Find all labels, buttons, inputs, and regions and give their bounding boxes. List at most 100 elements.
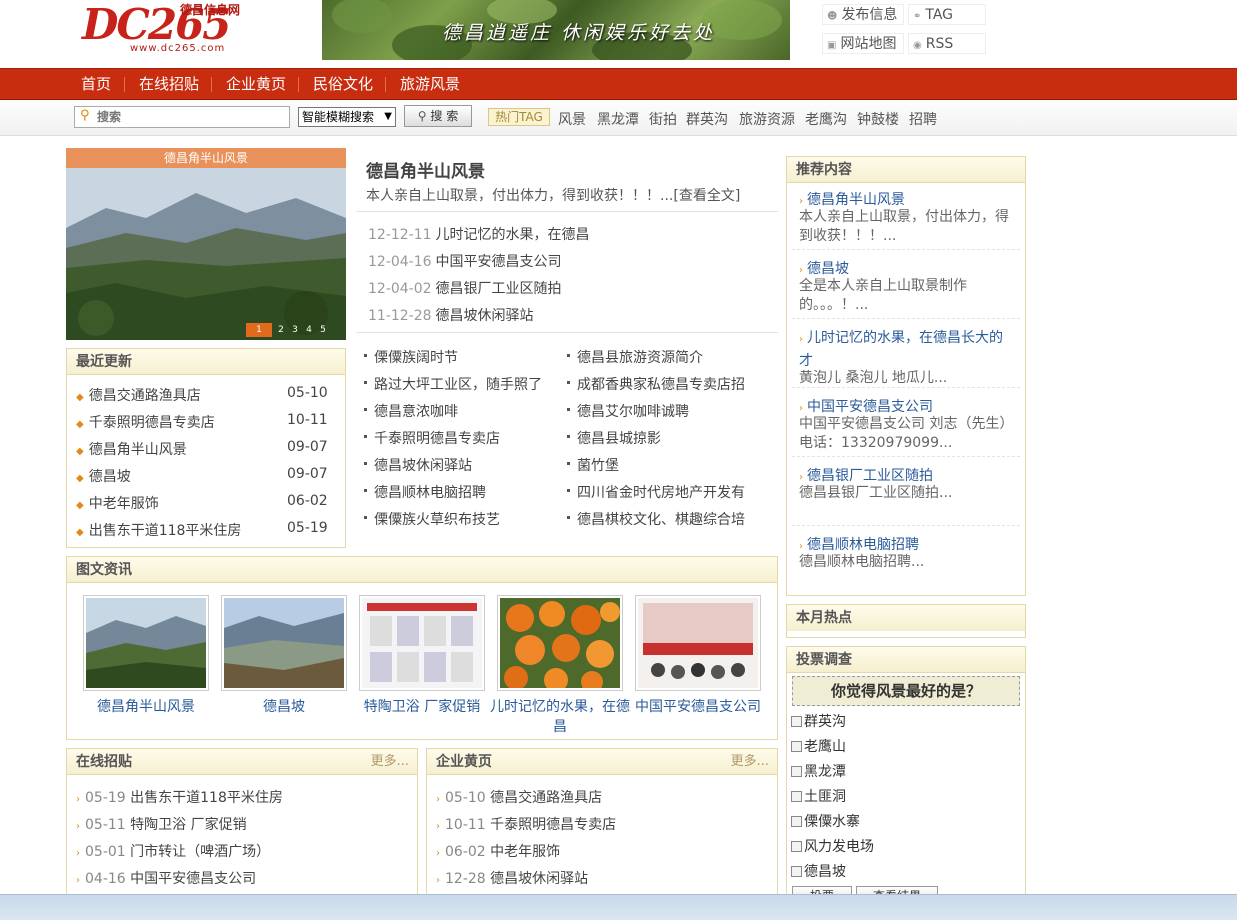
news-item[interactable]: 11-12-28 德昌坡休闲驿站 xyxy=(368,305,534,325)
post-item[interactable]: › 05-11 特陶卫浴 厂家促销 xyxy=(76,814,247,834)
vote-option[interactable]: 风力发电场 xyxy=(791,836,874,856)
post-item[interactable]: › 04-16 中国平安德昌支公司 xyxy=(76,868,256,888)
nav-home[interactable]: 首页 xyxy=(81,69,111,99)
photo-caption[interactable]: 儿时记忆的水果，在德昌 xyxy=(490,697,630,737)
posts-more-link[interactable]: 更多... xyxy=(371,749,409,775)
photo-caption[interactable]: 德昌坡 xyxy=(214,697,354,717)
search-input[interactable] xyxy=(97,109,277,125)
photo-caption[interactable]: 德昌角半山风景 xyxy=(76,697,216,717)
hot-tag[interactable]: 钟鼓楼 xyxy=(857,109,899,129)
yellow-pages-more-link[interactable]: 更多... xyxy=(731,749,769,775)
vote-option[interactable]: 群英沟 xyxy=(791,711,846,731)
vote-option[interactable]: 土匪洞 xyxy=(791,786,846,806)
recommend-item-title[interactable]: › 德昌顺林电脑招聘 xyxy=(799,534,919,554)
search-mode-select[interactable]: 智能模糊搜索 ▼ xyxy=(298,107,396,127)
photo-thumb[interactable] xyxy=(497,595,623,693)
arrow-icon: ◆ xyxy=(76,500,84,511)
latest-item[interactable]: ◆ 中老年服饰 xyxy=(76,493,159,513)
hot-tag[interactable]: 招聘 xyxy=(909,109,937,129)
article-link[interactable]: 千泰照明德昌专卖店 xyxy=(364,428,500,448)
checkbox[interactable] xyxy=(791,715,802,727)
post-item[interactable]: › 05-19 出售东干道118平米住房 xyxy=(76,787,283,807)
search-field[interactable]: ⚲ xyxy=(74,106,290,128)
banner-ad[interactable]: 德昌逍遥庄 休闲娱乐好去处 xyxy=(322,0,790,60)
photo-caption[interactable]: 中国平安德昌支公司 xyxy=(628,697,768,717)
checkbox[interactable] xyxy=(791,765,802,777)
article-link[interactable]: 傈僳族火草织布技艺 xyxy=(364,509,500,529)
photo-thumb[interactable] xyxy=(359,595,485,691)
article-link[interactable]: 四川省金时代房地产开发有 xyxy=(567,482,745,502)
news-item[interactable]: 12-12-11 儿时记忆的水果，在德昌 xyxy=(368,224,590,244)
vote-option[interactable]: 德昌坡 xyxy=(791,861,846,881)
article-link[interactable]: 德昌坡休闲驿站 xyxy=(364,455,472,475)
latest-item[interactable]: ◆ 出售东干道118平米住房 xyxy=(76,520,241,540)
checkbox[interactable] xyxy=(791,790,802,802)
focus-page-2[interactable]: 2 xyxy=(274,323,288,337)
photo-thumb[interactable] xyxy=(83,595,209,691)
recommend-item-title[interactable]: › 德昌坡 xyxy=(799,258,849,278)
hot-tag[interactable]: 旅游资源 xyxy=(739,109,795,129)
article-link[interactable]: 德昌艾尔咖啡诚聘 xyxy=(567,401,689,421)
recommend-item-title[interactable]: › 中国平安德昌支公司 xyxy=(799,396,933,416)
post-title: 门市转让（啤酒广场） xyxy=(130,844,271,860)
recommend-item-title[interactable]: › 儿时记忆的水果，在德昌长大的 xyxy=(799,327,1003,347)
news-item[interactable]: 12-04-02 德昌银厂工业区随拍 xyxy=(368,278,562,298)
photo-thumb[interactable] xyxy=(221,595,347,691)
site-logo[interactable]: DC265 德昌信息网 www.dc265.com xyxy=(82,0,247,60)
latest-item[interactable]: ◆ 德昌坡 xyxy=(76,466,131,486)
rss-link[interactable]: ◉ RSS xyxy=(908,33,986,54)
checkbox[interactable] xyxy=(791,740,802,752)
article-link[interactable]: 德昌县城掠影 xyxy=(567,428,661,448)
company-item[interactable]: › 05-10 德昌交通路渔具店 xyxy=(436,787,602,807)
checkbox[interactable] xyxy=(791,865,802,877)
post-item[interactable]: › 05-01 门市转让（啤酒广场） xyxy=(76,841,270,861)
headline-title[interactable]: 德昌角半山风景 xyxy=(366,157,485,182)
recommend-item-title[interactable]: › 德昌银厂工业区随拍 xyxy=(799,465,933,485)
company-item[interactable]: › 10-11 千泰照明德昌专卖店 xyxy=(436,814,616,834)
checkbox[interactable] xyxy=(791,815,802,827)
latest-item[interactable]: ◆ 德昌交通路渔具店 xyxy=(76,385,201,405)
focus-page-4[interactable]: 4 xyxy=(302,323,316,337)
nav-yellow-pages[interactable]: 企业黄页 xyxy=(226,69,286,99)
hot-tag[interactable]: 老鹰沟 xyxy=(805,109,847,129)
search-button[interactable]: ⚲ 搜 索 xyxy=(404,105,472,127)
checkbox[interactable] xyxy=(791,840,802,852)
sitemap-link[interactable]: ▣ 网站地图 xyxy=(822,33,904,54)
article-link[interactable]: 德昌棋校文化、棋趣综合培 xyxy=(567,509,745,529)
article-title: 德昌意浓咖啡 xyxy=(374,404,458,420)
article-link[interactable]: 菌竹堡 xyxy=(567,455,619,475)
publish-link[interactable]: ☻ 发布信息 xyxy=(822,4,904,25)
article-link[interactable]: 德昌顺林电脑招聘 xyxy=(364,482,486,502)
company-item[interactable]: › 06-02 中老年服饰 xyxy=(436,841,560,861)
vote-option[interactable]: 傈僳水寨 xyxy=(791,811,860,831)
article-link[interactable]: 德昌县旅游资源简介 xyxy=(567,347,703,367)
article-link[interactable]: 路过大坪工业区，随手照了 xyxy=(364,374,542,394)
tag-link[interactable]: ⚭ TAG xyxy=(908,4,986,25)
hot-tag[interactable]: 街拍 xyxy=(649,109,677,129)
article-link[interactable]: 傈僳族阔时节 xyxy=(364,347,458,367)
focus-page-5[interactable]: 5 xyxy=(316,323,330,337)
vote-option[interactable]: 老鹰山 xyxy=(791,736,846,756)
nav-posts[interactable]: 在线招贴 xyxy=(139,69,199,99)
recommend-item-title[interactable]: › 德昌角半山风景 xyxy=(799,189,905,209)
focus-landscape-image[interactable] xyxy=(66,168,346,340)
focus-page-1[interactable]: 1 xyxy=(246,323,272,337)
latest-item[interactable]: ◆ 千泰照明德昌专卖店 xyxy=(76,412,215,432)
hot-tag[interactable]: 风景 xyxy=(558,109,586,129)
news-item[interactable]: 12-04-16 中国平安德昌支公司 xyxy=(368,251,562,271)
photo-caption[interactable]: 特陶卫浴 厂家促销 xyxy=(352,697,492,717)
read-more-link[interactable]: [查看全文] xyxy=(673,188,740,204)
focus-caption[interactable]: 德昌角半山风景 xyxy=(66,148,346,168)
photo-thumb[interactable] xyxy=(635,595,761,691)
hot-tag[interactable]: 黑龙潭 xyxy=(597,109,639,129)
focus-page-3[interactable]: 3 xyxy=(288,323,302,337)
hot-tag[interactable]: 群英沟 xyxy=(686,109,728,129)
nav-tourism[interactable]: 旅游风景 xyxy=(400,69,460,99)
company-item[interactable]: › 12-28 德昌坡休闲驿站 xyxy=(436,868,588,888)
nav-folk-culture[interactable]: 民俗文化 xyxy=(313,69,373,99)
latest-item[interactable]: ◆ 德昌角半山风景 xyxy=(76,439,187,459)
recommend-item-title-cont[interactable]: 才 xyxy=(799,350,813,370)
vote-option[interactable]: 黑龙潭 xyxy=(791,761,846,781)
article-link[interactable]: 德昌意浓咖啡 xyxy=(364,401,458,421)
article-link[interactable]: 成都香典家私德昌专卖店招 xyxy=(567,374,745,394)
